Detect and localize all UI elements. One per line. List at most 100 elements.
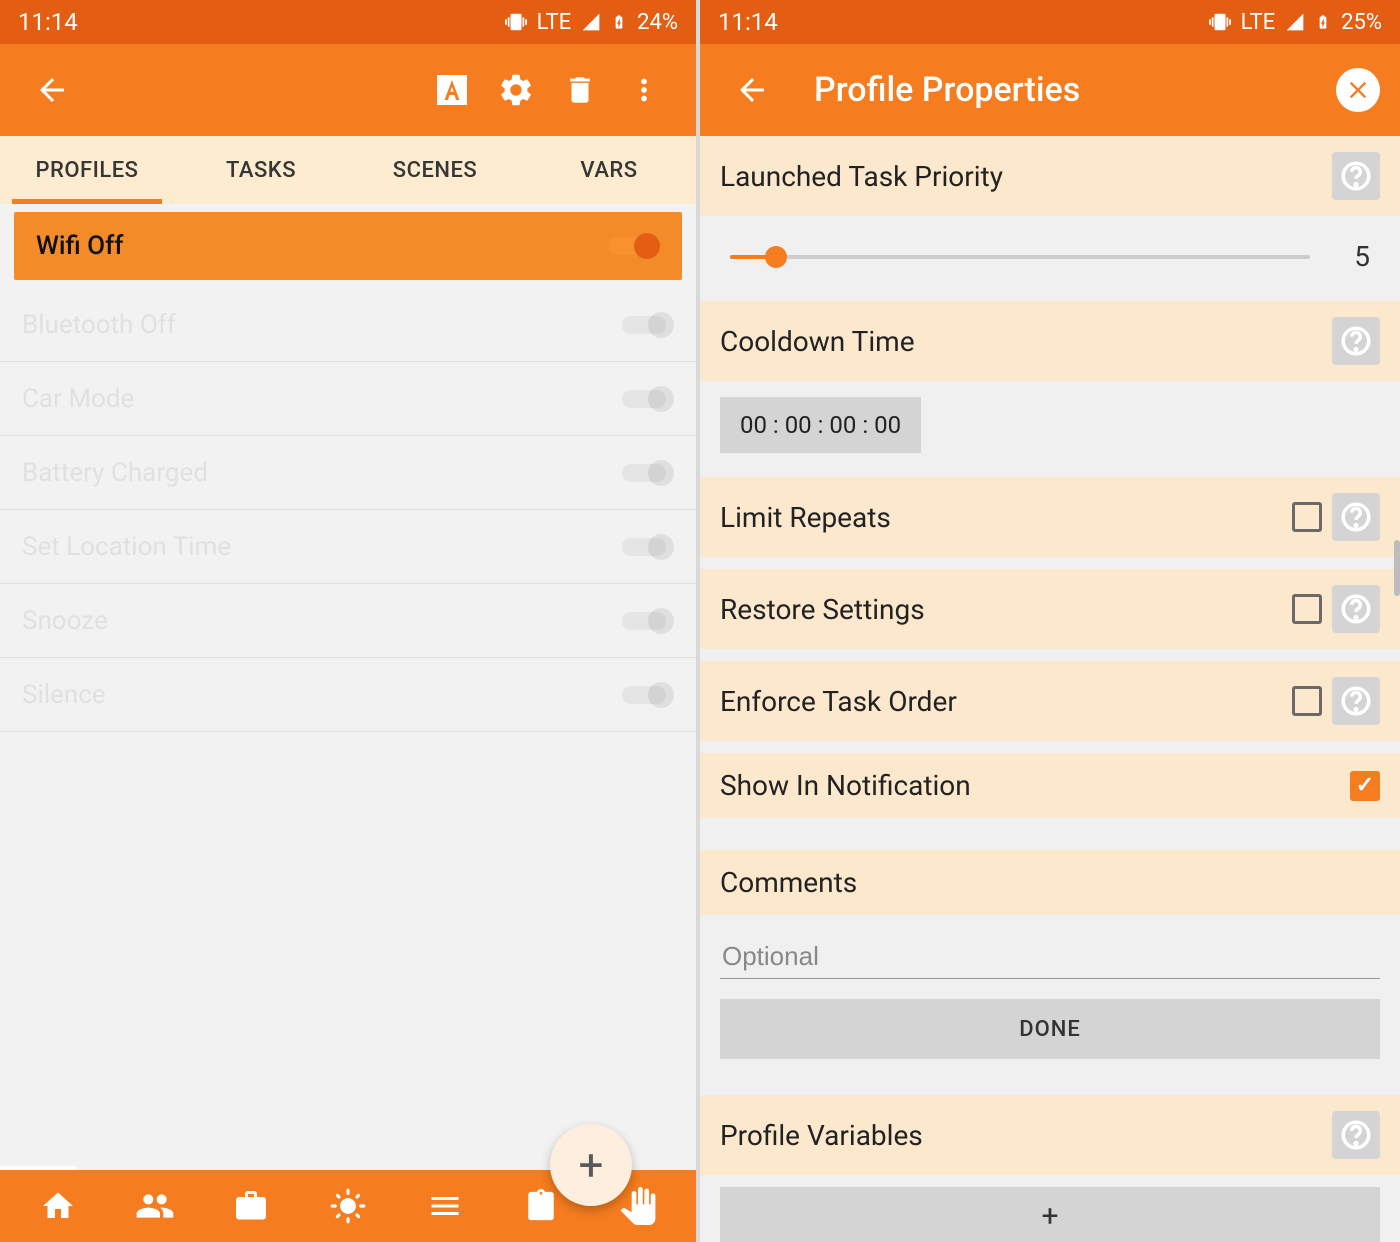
close-button[interactable] (1336, 68, 1380, 112)
profile-name: Silence (22, 680, 106, 710)
help-button[interactable] (1332, 493, 1380, 541)
status-network: LTE (537, 10, 572, 35)
section-enforce-order: Enforce Task Order (700, 661, 1400, 741)
comments-input[interactable] (720, 935, 1380, 979)
actionbar-right: Profile Properties (700, 44, 1400, 136)
bottom-indicator (0, 1166, 76, 1170)
status-battery: 25% (1341, 10, 1382, 35)
fab-add[interactable]: + (550, 1124, 632, 1206)
enforce-order-checkbox[interactable] (1292, 686, 1322, 716)
section-variables: Profile Variables (700, 1095, 1400, 1175)
clipboard-icon (524, 1189, 558, 1223)
help-icon (1339, 1118, 1373, 1152)
home-icon (40, 1188, 76, 1224)
trash-icon (563, 73, 597, 107)
profile-switch[interactable] (622, 310, 674, 340)
nav-menu[interactable] (415, 1176, 475, 1236)
tab-vars[interactable]: VARS (522, 136, 696, 204)
section-restore-settings: Restore Settings (700, 569, 1400, 649)
profile-switch[interactable] (622, 532, 674, 562)
profile-switch[interactable] (608, 231, 660, 261)
profile-item[interactable]: Set Location Time (0, 510, 696, 584)
profile-item[interactable]: Snooze (0, 584, 696, 658)
section-label: Profile Variables (720, 1119, 1322, 1152)
profile-switch[interactable] (622, 680, 674, 710)
hand-icon (619, 1187, 657, 1225)
plus-icon: + (579, 1139, 604, 1191)
help-icon (1339, 159, 1373, 193)
show-notification-checkbox[interactable] (1350, 771, 1380, 801)
menu-icon (427, 1188, 463, 1224)
close-icon (1344, 76, 1372, 104)
status-network: LTE (1241, 10, 1276, 35)
section-label: Restore Settings (720, 593, 1282, 626)
status-time: 11:14 (18, 8, 78, 36)
profile-item-selected[interactable]: Wifi Off (14, 212, 682, 280)
gear-icon (497, 71, 535, 109)
section-label: Comments (720, 866, 1380, 899)
section-comments: Comments (700, 850, 1400, 915)
delete-button[interactable] (548, 58, 612, 122)
font-button[interactable] (420, 58, 484, 122)
back-button[interactable] (720, 58, 784, 122)
settings-button[interactable] (484, 58, 548, 122)
battery-icon (1315, 10, 1331, 34)
section-limit-repeats: Limit Repeats (700, 477, 1400, 557)
font-icon (432, 70, 472, 110)
profile-name: Wifi Off (36, 231, 123, 261)
profile-switch[interactable] (622, 458, 674, 488)
profile-item[interactable]: Bluetooth Off (0, 288, 696, 362)
limit-repeats-checkbox[interactable] (1292, 502, 1322, 532)
section-cooldown: Cooldown Time (700, 301, 1400, 381)
tab-profiles[interactable]: PROFILES (0, 136, 174, 204)
scroll-indicator (1394, 540, 1400, 596)
nav-brightness[interactable] (318, 1176, 378, 1236)
arrow-back-icon (34, 72, 70, 108)
profile-list[interactable]: Wifi Off Bluetooth Off Car Mode Battery … (0, 204, 696, 1170)
status-time: 11:14 (718, 8, 778, 36)
profile-item[interactable]: Battery Charged (0, 436, 696, 510)
help-button[interactable] (1332, 152, 1380, 200)
arrow-back-icon (734, 72, 770, 108)
help-button[interactable] (1332, 1111, 1380, 1159)
section-label: Enforce Task Order (720, 685, 1282, 718)
back-button[interactable] (20, 58, 84, 122)
tab-scenes[interactable]: SCENES (348, 136, 522, 204)
brightness-icon (329, 1187, 367, 1225)
help-button[interactable] (1332, 585, 1380, 633)
help-button[interactable] (1332, 317, 1380, 365)
nav-work[interactable] (221, 1176, 281, 1236)
profile-item[interactable]: Car Mode (0, 362, 696, 436)
profile-item[interactable]: Silence (0, 658, 696, 732)
help-icon (1339, 592, 1373, 626)
more-button[interactable] (612, 58, 676, 122)
more-vert-icon (627, 73, 661, 107)
help-icon (1339, 684, 1373, 718)
settings-scroll[interactable]: Launched Task Priority 5 Cooldown Time 0… (700, 136, 1400, 1242)
actionbar-left (0, 44, 696, 136)
nav-people[interactable] (125, 1176, 185, 1236)
restore-settings-checkbox[interactable] (1292, 594, 1322, 624)
tab-tasks[interactable]: TASKS (174, 136, 348, 204)
add-variable-button[interactable]: + (720, 1187, 1380, 1242)
statusbar-left: 11:14 LTE 24% (0, 0, 696, 44)
status-indicators: LTE 25% (1209, 10, 1382, 35)
page-title: Profile Properties (814, 70, 1080, 110)
done-button[interactable]: DONE (720, 999, 1380, 1059)
profile-name: Set Location Time (22, 532, 231, 562)
section-launched-priority: Launched Task Priority (700, 136, 1400, 216)
vibrate-icon (1209, 11, 1231, 33)
cooldown-time[interactable]: 00 : 00 : 00 : 00 (720, 397, 921, 453)
section-label: Launched Task Priority (720, 160, 1322, 193)
signal-icon (1285, 12, 1305, 32)
help-button[interactable] (1332, 677, 1380, 725)
profile-switch[interactable] (622, 384, 674, 414)
profile-switch[interactable] (622, 606, 674, 636)
profile-name: Snooze (22, 606, 108, 636)
nav-home[interactable] (28, 1176, 88, 1236)
section-label: Cooldown Time (720, 325, 1322, 358)
section-label: Show In Notification (720, 769, 1340, 802)
briefcase-icon (233, 1188, 269, 1224)
section-show-notification: Show In Notification (700, 753, 1400, 818)
priority-slider[interactable] (730, 245, 1310, 269)
